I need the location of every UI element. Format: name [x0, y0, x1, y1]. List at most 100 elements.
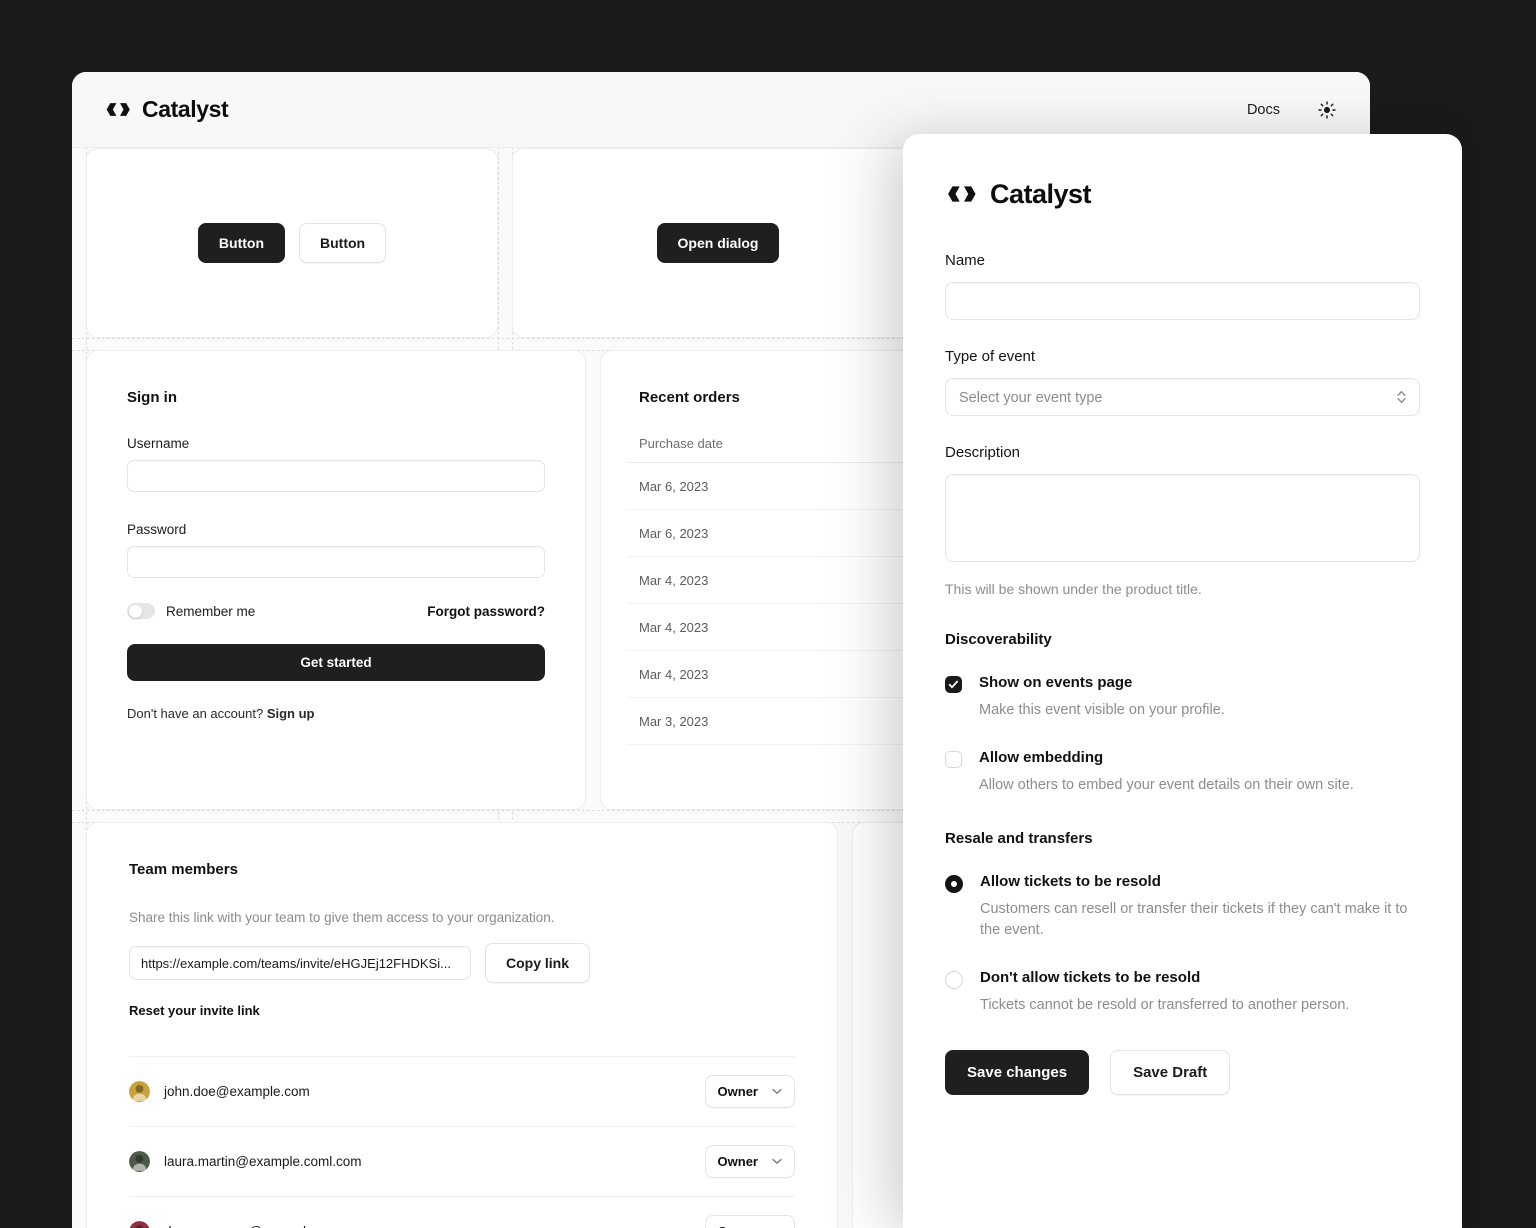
- cell-purchase-date: Mar 4, 2023: [627, 604, 945, 651]
- save-draft-button[interactable]: Save Draft: [1110, 1050, 1230, 1095]
- screen: Catalyst Docs: [0, 0, 1536, 1228]
- dialog-actions: Save changes Save Draft: [945, 1050, 1420, 1095]
- signup-prefix: Don't have an account?: [127, 706, 267, 721]
- event-type-select[interactable]: Select your event type: [945, 378, 1420, 416]
- dialog-brand-name: Catalyst: [990, 179, 1091, 210]
- list-item: john.doe@example.com Owner: [129, 1056, 795, 1126]
- brand-name: Catalyst: [142, 96, 228, 123]
- role-label: Owner: [718, 1224, 758, 1228]
- radio-option[interactable]: Don't allow tickets to be resold Tickets …: [945, 969, 1420, 1016]
- radio-option[interactable]: Allow tickets to be resold Customers can …: [945, 873, 1420, 941]
- description-field-group: Description This will be shown under the…: [945, 444, 1420, 597]
- member-email: devon.papson@example.com: [164, 1224, 343, 1228]
- discoverability-heading: Discoverability: [945, 631, 1420, 648]
- resale-options: Allow tickets to be resold Customers can …: [945, 873, 1420, 1016]
- radio-title: Don't allow tickets to be resold: [980, 969, 1200, 986]
- password-field-group: Password: [127, 522, 545, 578]
- remember-me-toggle[interactable]: [127, 603, 155, 619]
- event-type-label: Type of event: [945, 348, 1420, 365]
- checkbox-title: Show on events page: [979, 674, 1132, 691]
- checkbox-option[interactable]: Show on events page Make this event visib…: [945, 674, 1420, 721]
- cell-purchase-date: Mar 3, 2023: [627, 698, 945, 745]
- cell-purchase-date: Mar 6, 2023: [627, 463, 945, 510]
- dialog-demo-card: Open dialog: [512, 148, 924, 338]
- list-item: devon.papson@example.com Owner: [129, 1196, 795, 1228]
- radio-title: Allow tickets to be resold: [980, 873, 1161, 890]
- password-input[interactable]: [127, 546, 545, 578]
- signin-title: Sign in: [127, 389, 545, 406]
- checkbox-title: Allow embedding: [979, 749, 1103, 766]
- docs-link[interactable]: Docs: [1247, 102, 1280, 118]
- invite-link-row: Copy link: [129, 943, 795, 983]
- dialog-brand: Catalyst: [945, 178, 1420, 210]
- team-title: Team members: [129, 861, 795, 878]
- cell-purchase-date: Mar 4, 2023: [627, 557, 945, 604]
- signin-card: Sign in Username Password Remember me: [86, 350, 586, 810]
- role-select[interactable]: Owner: [705, 1145, 795, 1178]
- buttons-demo-card: Button Button: [86, 148, 498, 338]
- radio-description: Customers can resell or transfer their t…: [980, 899, 1420, 941]
- role-select[interactable]: Owner: [705, 1075, 795, 1108]
- description-help-text: This will be shown under the product tit…: [945, 581, 1420, 597]
- member-email: laura.martin@example.coml.com: [164, 1154, 362, 1169]
- avatar: [129, 1151, 150, 1172]
- sun-icon[interactable]: [1318, 101, 1336, 119]
- description-textarea[interactable]: [945, 474, 1420, 562]
- member-email: john.doe@example.com: [164, 1084, 310, 1099]
- reset-invite-link[interactable]: Reset your invite link: [129, 1003, 260, 1018]
- avatar: [129, 1081, 150, 1102]
- role-label: Owner: [718, 1154, 758, 1169]
- username-input[interactable]: [127, 460, 545, 492]
- secondary-button[interactable]: Button: [299, 223, 386, 263]
- copy-link-button[interactable]: Copy link: [485, 943, 590, 983]
- column-purchase-date: Purchase date: [627, 436, 945, 463]
- avatar: [129, 1221, 150, 1228]
- name-input[interactable]: [945, 282, 1420, 320]
- save-changes-button[interactable]: Save changes: [945, 1050, 1089, 1095]
- get-started-button[interactable]: Get started: [127, 644, 545, 681]
- invite-link-input[interactable]: [129, 946, 471, 980]
- name-label: Name: [945, 252, 1420, 269]
- description-label: Description: [945, 444, 1420, 461]
- catalyst-hex-logo-icon: [945, 178, 977, 210]
- resale-section: Resale and transfers Allow tickets to be…: [945, 830, 1420, 1016]
- discoverability-options: Show on events page Make this event visib…: [945, 674, 1420, 796]
- event-dialog: Catalyst Name Type of event Select your …: [903, 134, 1462, 1228]
- checkbox-icon[interactable]: [945, 676, 962, 693]
- signin-options-row: Remember me Forgot password?: [127, 603, 545, 619]
- password-label: Password: [127, 522, 545, 537]
- event-type-field-group: Type of event Select your event type: [945, 348, 1420, 416]
- team-description: Share this link with your team to give t…: [129, 910, 795, 925]
- catalyst-hex-logo-icon: [104, 96, 131, 123]
- members-list: john.doe@example.comOwnerlaura.martin@ex…: [129, 1056, 795, 1228]
- checkbox-option[interactable]: Allow embedding Allow others to embed you…: [945, 749, 1420, 796]
- brand[interactable]: Catalyst: [104, 96, 228, 123]
- resale-heading: Resale and transfers: [945, 830, 1420, 847]
- signup-link[interactable]: Sign up: [267, 706, 315, 721]
- open-dialog-button[interactable]: Open dialog: [657, 223, 780, 263]
- team-members-card: Team members Share this link with your t…: [86, 822, 838, 1228]
- chevron-down-icon: [772, 1088, 782, 1095]
- chevron-down-icon: [772, 1158, 782, 1165]
- header-actions: Docs: [1247, 101, 1336, 119]
- name-field-group: Name: [945, 252, 1420, 320]
- signup-row: Don't have an account? Sign up: [127, 706, 545, 721]
- checkbox-description: Make this event visible on your profile.: [979, 700, 1225, 721]
- discoverability-section: Discoverability Show on events page Make …: [945, 631, 1420, 796]
- forgot-password-link[interactable]: Forgot password?: [427, 604, 545, 619]
- cell-purchase-date: Mar 4, 2023: [627, 651, 945, 698]
- checkbox-icon[interactable]: [945, 751, 962, 768]
- username-field-group: Username: [127, 436, 545, 492]
- cell-purchase-date: Mar 6, 2023: [627, 510, 945, 557]
- list-item: laura.martin@example.coml.com Owner: [129, 1126, 795, 1196]
- remember-me-label: Remember me: [166, 604, 255, 619]
- role-label: Owner: [718, 1084, 758, 1099]
- checkbox-description: Allow others to embed your event details…: [979, 775, 1354, 796]
- radio-icon[interactable]: [945, 875, 963, 893]
- event-type-placeholder: Select your event type: [959, 390, 1102, 406]
- primary-button[interactable]: Button: [198, 223, 285, 263]
- radio-description: Tickets cannot be resold or transferred …: [980, 995, 1349, 1016]
- role-select[interactable]: Owner: [705, 1215, 795, 1228]
- username-label: Username: [127, 436, 545, 451]
- radio-icon[interactable]: [945, 971, 963, 989]
